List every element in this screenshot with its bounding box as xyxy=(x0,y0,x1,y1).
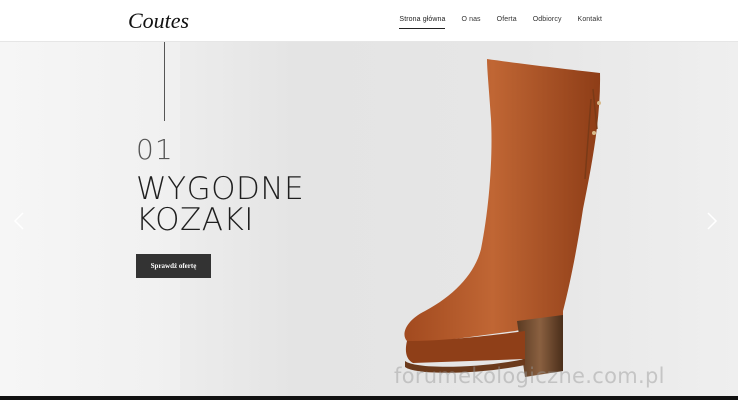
hero-title-line2: KOZAKI xyxy=(136,202,254,238)
nav-item-home[interactable]: Strona główna xyxy=(391,0,453,29)
nav-item-clients[interactable]: Odbiorcy xyxy=(525,0,570,25)
logo[interactable]: Coutes xyxy=(128,6,192,36)
logo-text: Coutes xyxy=(128,8,189,33)
chevron-left-icon[interactable] xyxy=(13,211,25,231)
site-header: Coutes Strona główna O nas Oferta Odbior… xyxy=(0,0,738,42)
chevron-right-icon[interactable] xyxy=(706,211,718,231)
footer-strip xyxy=(0,396,738,400)
hero-title: WYGODNE KOZAKI xyxy=(136,174,304,236)
logo-mark: Coutes xyxy=(128,8,189,33)
hero-title-line1: WYGODNE xyxy=(136,171,305,207)
main-nav: Strona główna O nas Oferta Odbiorcy Kont… xyxy=(391,0,610,41)
slide-number: 01 xyxy=(136,133,174,166)
vertical-divider xyxy=(164,41,165,121)
boot-image xyxy=(404,59,601,377)
nav-item-contact[interactable]: Kontakt xyxy=(570,0,610,25)
nav-item-about[interactable]: O nas xyxy=(453,0,488,25)
watermark: forumekologiczne.com.pl xyxy=(394,364,665,388)
nav-item-offer[interactable]: Oferta xyxy=(489,0,525,25)
check-offer-button[interactable]: Sprawdź ofertę xyxy=(136,254,211,278)
hero-slider: 01 WYGODNE KOZAKI Sprawdź ofertę xyxy=(0,41,738,396)
